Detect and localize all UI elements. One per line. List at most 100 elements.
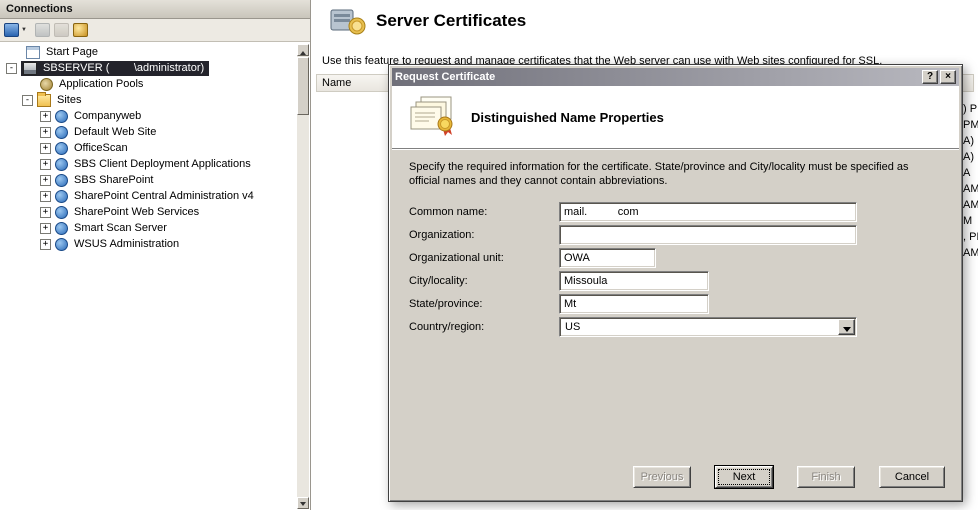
- form-row: Organizational unit:: [409, 246, 857, 269]
- caret-down-icon[interactable]: ▼: [21, 27, 27, 33]
- list-row-fragment: , PM: [963, 231, 978, 243]
- tree-item-application-pools[interactable]: Application Pools: [2, 76, 296, 92]
- expand-icon[interactable]: +: [40, 110, 51, 122]
- site-globe-icon: [55, 141, 68, 155]
- tree-scrollbar[interactable]: [297, 44, 309, 509]
- key-icon[interactable]: [72, 23, 88, 37]
- tree-item-label: SharePoint Web Services: [74, 206, 200, 218]
- country-region-value: US: [565, 320, 581, 333]
- collapse-icon[interactable]: -: [6, 62, 17, 74]
- form-row: Organization:: [409, 223, 857, 246]
- list-row-fragment: PM: [963, 119, 978, 131]
- expand-icon[interactable]: +: [40, 158, 51, 170]
- connections-header: Connections: [0, 0, 310, 19]
- tree-item-server[interactable]: - SBSERVER ( \administrator): [2, 60, 296, 76]
- list-row-fragment: AM: [963, 183, 978, 195]
- organizational-unit-label: Organizational unit:: [409, 251, 504, 264]
- form-row: State/province:: [409, 292, 857, 315]
- tree-item-site[interactable]: + SharePoint Central Administration v4: [2, 188, 296, 204]
- state-province-label: State/province:: [409, 297, 483, 310]
- list-row-fragment: A: [963, 167, 971, 179]
- scroll-up-icon[interactable]: [297, 44, 309, 56]
- dialog-titlebar[interactable]: Request Certificate ? ×: [392, 68, 959, 86]
- dialog-title: Request Certificate: [395, 71, 496, 83]
- site-globe-icon: [55, 221, 68, 235]
- finish-button: Finish: [797, 466, 855, 488]
- server-icon: [23, 61, 37, 75]
- site-globe-icon: [55, 173, 68, 187]
- organization-input[interactable]: [559, 224, 857, 245]
- tree-item-label: Companyweb: [74, 110, 142, 122]
- list-row-fragment: A): [963, 151, 974, 163]
- city-locality-input[interactable]: [559, 270, 709, 291]
- tree-item-site[interactable]: + Smart Scan Server: [2, 220, 296, 236]
- organizational-unit-input[interactable]: [559, 247, 656, 268]
- selected-tree-item[interactable]: SBSERVER ( \administrator): [21, 60, 210, 76]
- expand-icon[interactable]: +: [40, 222, 51, 234]
- tree-item-start-page[interactable]: Start Page: [2, 44, 296, 60]
- expand-icon[interactable]: +: [40, 238, 51, 250]
- list-row-fragment: A): [963, 135, 974, 147]
- close-button[interactable]: ×: [940, 70, 956, 84]
- tree-item-sites[interactable]: - Sites: [2, 91, 296, 108]
- tree-item-site[interactable]: + OfficeScan: [2, 140, 296, 156]
- start-page-icon: [26, 45, 40, 59]
- dialog-instructions: Specify the required information for the…: [409, 161, 909, 187]
- next-button[interactable]: Next: [715, 466, 773, 488]
- form-row: City/locality:: [409, 269, 857, 292]
- tree-item-label: Default Web Site: [74, 126, 157, 138]
- tree-item-site[interactable]: + Default Web Site: [2, 124, 296, 140]
- common-name-input[interactable]: [559, 201, 857, 222]
- help-button[interactable]: ?: [922, 70, 938, 84]
- tree-item-site[interactable]: + WSUS Administration: [2, 236, 296, 252]
- tree-item-label: Smart Scan Server: [74, 222, 167, 234]
- tree-item-label: SharePoint Central Administration v4: [74, 190, 254, 202]
- site-globe-icon: [55, 109, 68, 123]
- scroll-down-icon[interactable]: [297, 497, 309, 509]
- site-globe-icon: [55, 125, 68, 139]
- expand-icon[interactable]: +: [40, 190, 51, 202]
- dialog-section-title: Distinguished Name Properties: [471, 109, 664, 125]
- list-row-fragment: AM: [963, 199, 978, 211]
- tree-item-label: Application Pools: [59, 78, 144, 90]
- list-row-fragment: ) P: [963, 103, 978, 115]
- create-connection-icon[interactable]: [4, 23, 19, 37]
- scrollbar-thumb[interactable]: [297, 57, 309, 115]
- cancel-button[interactable]: Cancel: [879, 466, 945, 488]
- page-header: Server Certificates: [330, 6, 526, 36]
- expand-icon[interactable]: +: [40, 126, 51, 138]
- application-pools-icon: [40, 77, 53, 91]
- city-locality-label: City/locality:: [409, 274, 468, 287]
- expand-icon[interactable]: +: [40, 174, 51, 186]
- dialog-body: Specify the required information for the…: [392, 150, 959, 498]
- expand-icon[interactable]: +: [40, 142, 51, 154]
- certificate-icon: [410, 96, 453, 136]
- list-row-fragment: AM: [963, 247, 978, 259]
- expand-icon[interactable]: +: [40, 206, 51, 218]
- tree-item-label: SBS SharePoint: [74, 174, 154, 186]
- tree-item-site[interactable]: + SharePoint Web Services: [2, 204, 296, 220]
- site-globe-icon: [55, 237, 68, 251]
- name-column-label: Name: [322, 77, 352, 89]
- state-province-input[interactable]: [559, 293, 709, 314]
- collapse-icon[interactable]: -: [22, 94, 33, 106]
- site-globe-icon: [55, 157, 68, 171]
- country-region-label: Country/region:: [409, 320, 485, 333]
- tree-item-site[interactable]: + Companyweb: [2, 108, 296, 124]
- save-icon: [34, 23, 50, 37]
- dialog-buttons: Previous Next Finish Cancel: [633, 466, 945, 488]
- dialog-header: Distinguished Name Properties: [392, 86, 959, 149]
- connections-tree: Start Page - SBSERVER ( \administrator) …: [2, 44, 296, 508]
- connections-toolbar: ▼: [0, 19, 310, 42]
- certificate-form: Common name: Organization: Organizationa…: [409, 200, 857, 338]
- country-region-select[interactable]: US: [559, 316, 857, 337]
- form-row: Common name:: [409, 200, 857, 223]
- request-certificate-dialog: Request Certificate ? × Distinguished Na…: [388, 64, 963, 502]
- tree-item-label: SBS Client Deployment Applications: [74, 158, 251, 170]
- dropdown-arrow-icon[interactable]: [838, 318, 855, 335]
- tree-item-label: WSUS Administration: [74, 238, 180, 250]
- tree-item-site[interactable]: + SBS SharePoint: [2, 172, 296, 188]
- tree-item-site[interactable]: + SBS Client Deployment Applications: [2, 156, 296, 172]
- tree-item-label: SBSERVER ( \administrator): [43, 62, 205, 74]
- up-icon: [53, 23, 69, 37]
